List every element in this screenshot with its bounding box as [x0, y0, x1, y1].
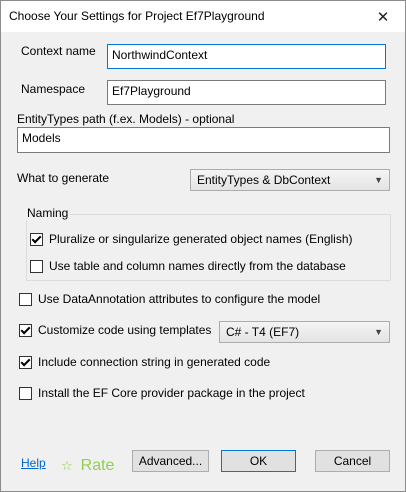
chevron-down-icon: ▼ — [374, 175, 383, 185]
rate-link[interactable]: ☆ Rate — [61, 457, 114, 475]
namespace-input[interactable]: Ef7Playground — [107, 80, 386, 105]
rate-label: Rate — [80, 457, 115, 474]
pluralize-label: Pluralize or singularize generated objec… — [49, 232, 353, 246]
window-title: Choose Your Settings for Project Ef7Play… — [9, 9, 265, 23]
what-to-generate-select[interactable]: EntityTypes & DbContext ▼ — [190, 169, 390, 191]
use-db-names-checkbox-row[interactable]: Use table and column names directly from… — [30, 259, 346, 273]
template-select-value: C# - T4 (EF7) — [226, 325, 300, 339]
data-annotations-checkbox[interactable] — [19, 292, 32, 306]
install-provider-checkbox[interactable] — [19, 386, 32, 400]
include-connection-checkbox[interactable] — [19, 355, 32, 369]
what-to-generate-label: What to generate — [17, 171, 110, 185]
install-provider-label: Install the EF Core provider package in … — [38, 386, 305, 400]
namespace-label: Namespace — [21, 82, 86, 96]
help-link[interactable]: Help — [21, 456, 46, 470]
context-name-label: Context name — [21, 44, 96, 58]
naming-group-title: Naming — [25, 206, 71, 220]
use-db-names-label: Use table and column names directly from… — [49, 259, 346, 273]
close-button[interactable]: ✕ — [361, 1, 405, 32]
close-icon: ✕ — [376, 8, 390, 26]
entitytypes-path-input[interactable]: Models — [17, 127, 390, 153]
settings-dialog: Choose Your Settings for Project Ef7Play… — [0, 0, 406, 492]
template-select[interactable]: C# - T4 (EF7) ▼ — [219, 321, 390, 343]
title-bar: Choose Your Settings for Project Ef7Play… — [1, 1, 405, 32]
customize-templates-checkbox-row[interactable]: Customize code using templates — [19, 323, 211, 337]
data-annotations-checkbox-row[interactable]: Use DataAnnotation attributes to configu… — [19, 292, 320, 306]
data-annotations-label: Use DataAnnotation attributes to configu… — [38, 292, 321, 306]
pluralize-checkbox[interactable] — [30, 232, 43, 246]
star-icon: ☆ — [61, 458, 73, 473]
customize-templates-label: Customize code using templates — [38, 323, 212, 337]
entitytypes-path-label: EntityTypes path (f.ex. Models) - option… — [17, 112, 235, 126]
include-connection-label: Include connection string in generated c… — [38, 355, 271, 369]
pluralize-checkbox-row[interactable]: Pluralize or singularize generated objec… — [30, 232, 353, 246]
use-db-names-checkbox[interactable] — [30, 259, 43, 273]
what-to-generate-value: EntityTypes & DbContext — [197, 173, 331, 187]
ok-button[interactable]: OK — [221, 450, 296, 472]
install-provider-checkbox-row[interactable]: Install the EF Core provider package in … — [19, 386, 305, 400]
cancel-button[interactable]: Cancel — [315, 450, 390, 472]
chevron-down-icon: ▼ — [374, 327, 383, 337]
customize-templates-checkbox[interactable] — [19, 323, 32, 337]
include-connection-checkbox-row[interactable]: Include connection string in generated c… — [19, 355, 270, 369]
context-name-input[interactable]: NorthwindContext — [107, 44, 386, 69]
advanced-button[interactable]: Advanced... — [132, 450, 209, 472]
